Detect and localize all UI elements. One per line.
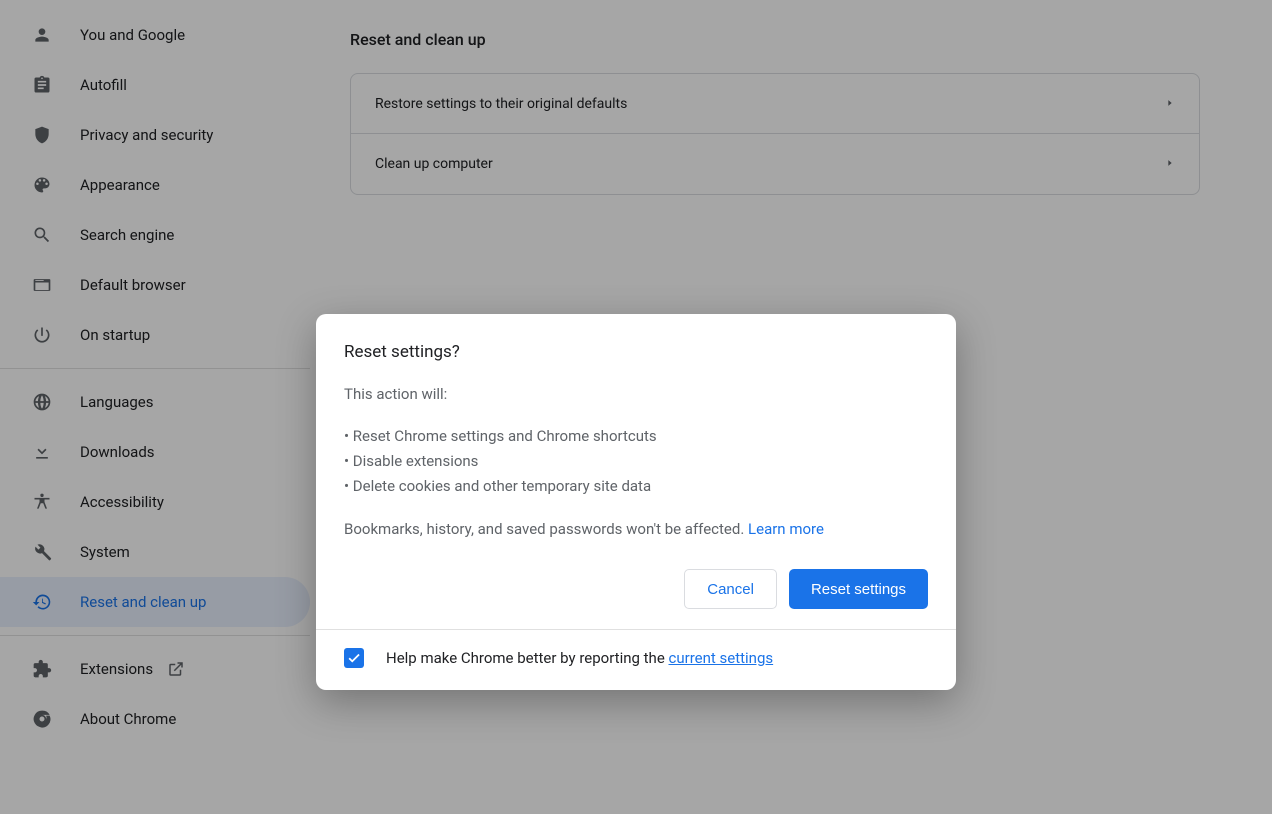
- dialog-bullet: • Disable extensions: [344, 449, 928, 474]
- reset-settings-dialog: Reset settings? This action will: • Rese…: [316, 314, 956, 691]
- current-settings-link[interactable]: current settings: [669, 649, 774, 667]
- dialog-actions: Cancel Reset settings: [344, 569, 928, 609]
- dialog-note-line: Bookmarks, history, and saved passwords …: [344, 517, 928, 542]
- dialog-intro: This action will:: [344, 382, 928, 407]
- dialog-title: Reset settings?: [344, 342, 928, 362]
- dialog-note: Bookmarks, history, and saved passwords …: [344, 520, 744, 538]
- dialog-text: This action will: • Reset Chrome setting…: [344, 382, 928, 542]
- dialog-bullet: • Delete cookies and other temporary sit…: [344, 474, 928, 499]
- learn-more-link[interactable]: Learn more: [744, 520, 824, 538]
- footer-text-wrap: Help make Chrome better by reporting the…: [386, 649, 773, 667]
- dialog-bullet: • Reset Chrome settings and Chrome short…: [344, 424, 928, 449]
- dialog-bullets: • Reset Chrome settings and Chrome short…: [344, 424, 928, 498]
- reset-settings-button[interactable]: Reset settings: [789, 569, 928, 609]
- modal-overlay[interactable]: Reset settings? This action will: • Rese…: [0, 0, 1272, 814]
- dialog-footer: Help make Chrome better by reporting the…: [316, 629, 956, 690]
- check-icon: [347, 651, 361, 665]
- footer-text: Help make Chrome better by reporting the: [386, 649, 669, 667]
- report-settings-checkbox[interactable]: [344, 648, 364, 668]
- dialog-body: Reset settings? This action will: • Rese…: [316, 314, 956, 630]
- cancel-button[interactable]: Cancel: [684, 569, 777, 609]
